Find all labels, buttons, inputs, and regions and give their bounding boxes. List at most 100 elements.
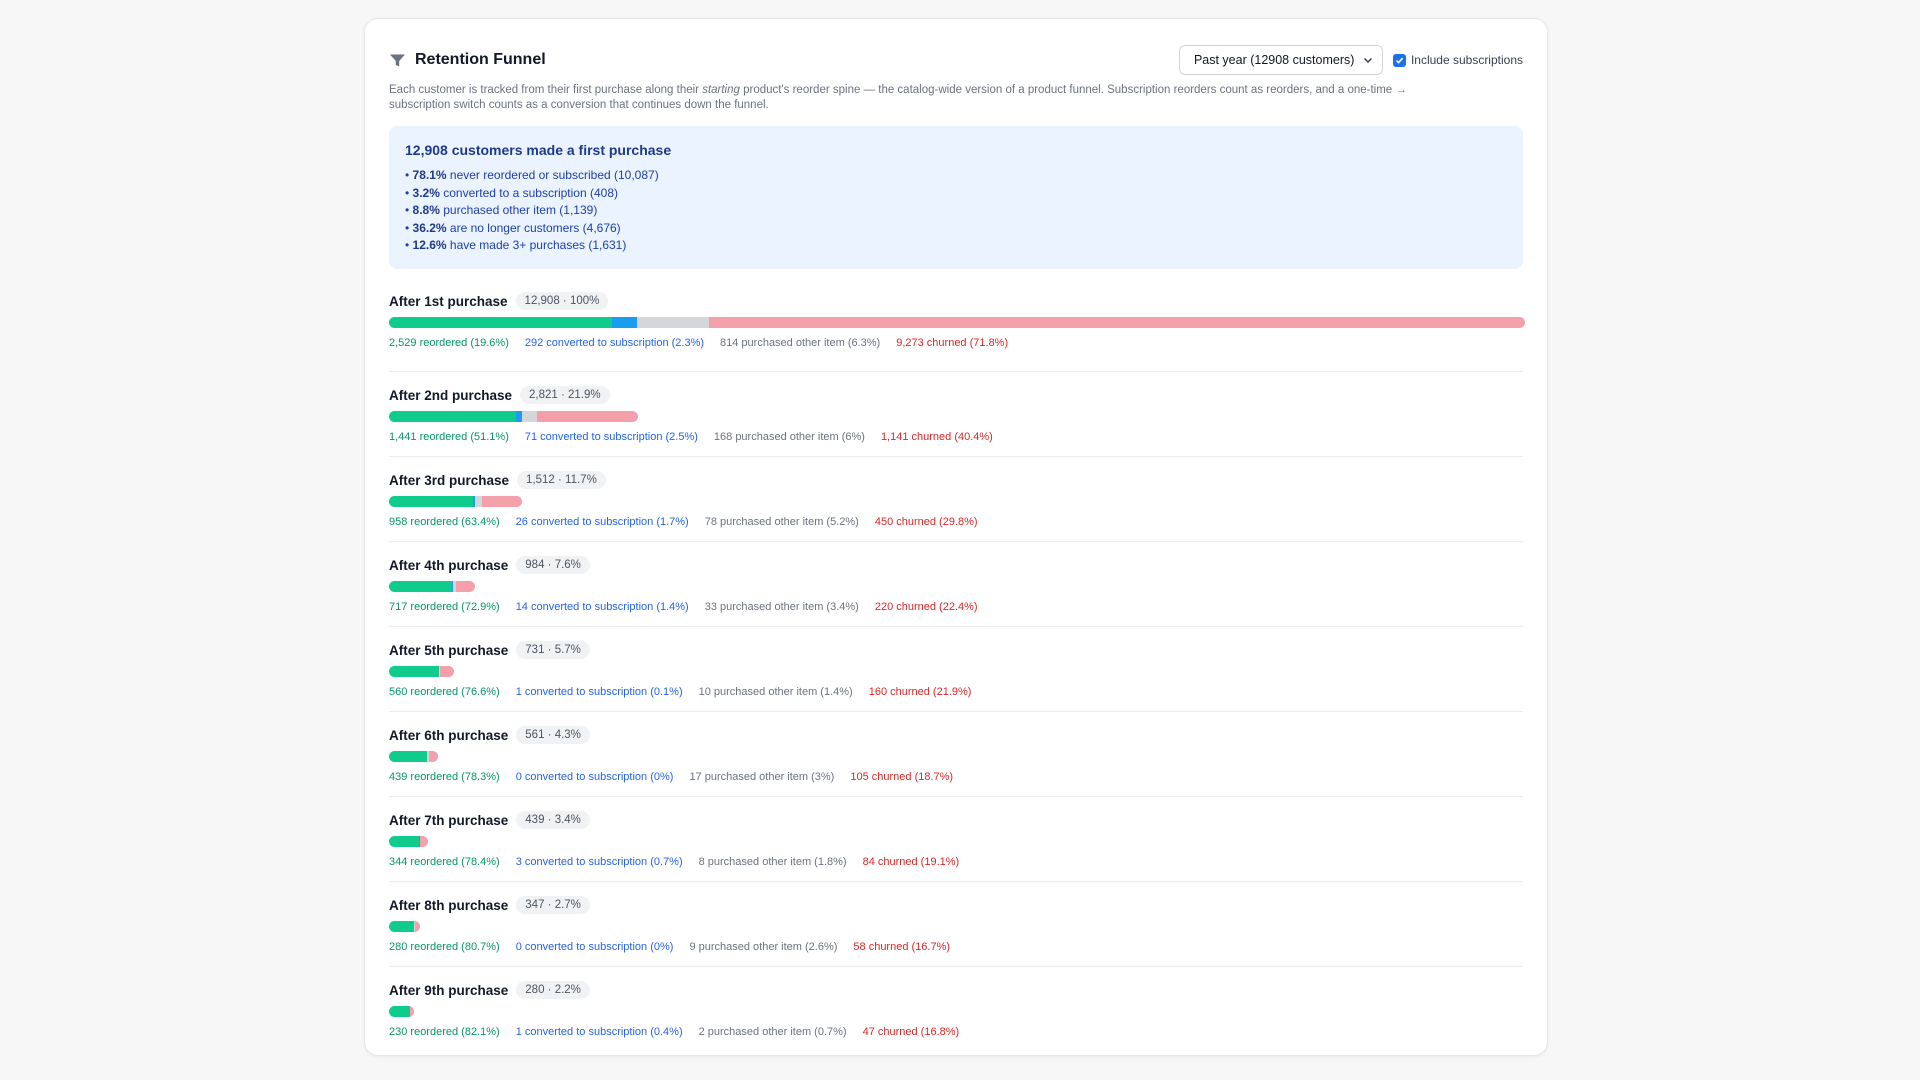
subscription-stat: 1 converted to subscription (0.4%)	[515, 1026, 683, 1038]
stage-header: After 4th purchase 984 · 7.6%	[389, 555, 1523, 575]
stage-bar	[389, 317, 1525, 328]
funnel-stage: After 2nd purchase 2,821 · 21.9% 1,441 reo…	[389, 372, 1523, 457]
stage-header: After 2nd purchase 2,821 · 21.9%	[389, 385, 1523, 405]
other-item-stat: 78 purchased other item (5.2%)	[704, 516, 859, 528]
card-header: Retention Funnel Past year (12908 custom…	[389, 45, 1523, 75]
include-subscriptions-label: Include subscriptions	[1410, 53, 1523, 67]
stage-header: After 7th purchase 439 · 3.4%	[389, 810, 1523, 830]
funnel-stage: After 1st purchase 12,908 · 100% 2,529 reo…	[389, 287, 1525, 372]
subscription-stat: 0 converted to subscription (0%)	[515, 771, 674, 783]
stage-legend: 2,529 reordered (19.6%) 292 converted to …	[389, 337, 1523, 349]
include-subscriptions-checkbox[interactable]	[1392, 53, 1406, 67]
funnel-stage: After 6th purchase 561 · 4.3% 439 reordere…	[389, 712, 1523, 797]
funnel-stage: After 7th purchase 439 · 3.4% 344 reordere…	[389, 797, 1523, 882]
churned-segment	[537, 411, 638, 422]
summary-item: • 8.8% purchased other item (1,139)	[405, 203, 598, 218]
stage-header: After 6th purchase 561 · 4.3%	[389, 725, 1523, 745]
stage-bar	[389, 411, 638, 422]
reordered-stat: 717 reordered (72.9%)	[389, 601, 500, 613]
churned-segment	[482, 496, 522, 507]
reordered-segment	[389, 496, 474, 507]
reordered-segment	[389, 921, 414, 932]
churned-stat: 105 churned (18.7%)	[850, 771, 954, 783]
subscription-segment	[611, 317, 638, 328]
stage-legend: 1,441 reordered (51.1%) 71 converted to s…	[389, 431, 1523, 443]
stage-legend: 344 reordered (78.4%) 3 converted to subs…	[389, 856, 1523, 868]
churned-segment	[428, 751, 438, 762]
header-controls: Past year (12908 customers) Include subs…	[1178, 45, 1523, 75]
funnel-description: Each customer is tracked from their firs…	[389, 83, 1469, 113]
reordered-stat: 280 reordered (80.7%)	[389, 941, 500, 953]
funnel-stage: After 5th purchase 731 · 5.7% 560 reordere…	[389, 627, 1523, 712]
other-item-stat: 9 purchased other item (2.6%)	[689, 941, 838, 953]
churned-stat: 450 churned (29.8%)	[874, 516, 978, 528]
chevron-down-icon	[1363, 57, 1372, 64]
other-item-stat: 10 purchased other item (1.4%)	[698, 686, 853, 698]
stage-label: After 8th purchase	[389, 897, 509, 913]
stage-count-badge: 1,512 · 11.7%	[517, 471, 606, 489]
subscription-stat: 0 converted to subscription (0%)	[515, 941, 674, 953]
stage-count-badge: 731 · 5.7%	[516, 641, 590, 659]
summary-list: • 78.1% never reordered or subscribed (1…	[405, 167, 1507, 255]
subscription-stat: 14 converted to subscription (1.4%)	[515, 601, 689, 613]
subscription-stat: 292 converted to subscription (2.3%)	[524, 337, 705, 349]
other-item-stat: 2 purchased other item (0.7%)	[698, 1026, 847, 1038]
reordered-stat: 958 reordered (63.4%)	[389, 516, 500, 528]
churned-segment	[456, 581, 476, 592]
stage-bar	[389, 1006, 414, 1017]
summary-item-text: have made 3+ purchases (1,631)	[446, 238, 627, 253]
reordered-stat: 344 reordered (78.4%)	[389, 856, 500, 868]
subscription-stat: 26 converted to subscription (1.7%)	[515, 516, 689, 528]
stage-header: After 8th purchase 347 · 2.7%	[389, 895, 1523, 915]
reordered-segment	[389, 411, 517, 422]
subscription-stat: 1 converted to subscription (0.1%)	[515, 686, 683, 698]
stage-label: After 9th purchase	[389, 982, 509, 998]
churned-stat: 160 churned (21.9%)	[868, 686, 972, 698]
other-item-stat: 168 purchased other item (6%)	[713, 431, 865, 443]
summary-item-pct: 3.2%	[412, 185, 440, 200]
summary-item-text: are no longer customers (4,676)	[446, 220, 621, 235]
period-select[interactable]: Past year (12908 customers)	[1178, 45, 1383, 75]
funnel-stage: After 3rd purchase 1,512 · 11.7% 958 reord…	[389, 457, 1523, 542]
stage-count-badge: 2,821 · 21.9%	[520, 386, 610, 404]
funnel-stage: After 4th purchase 984 · 7.6% 717 reordere…	[389, 542, 1523, 627]
subscription-stat: 3 converted to subscription (0.7%)	[515, 856, 683, 868]
stage-count-badge: 561 · 4.3%	[516, 726, 590, 744]
stage-legend: 560 reordered (76.6%) 1 converted to subs…	[389, 686, 1523, 698]
include-subscriptions-toggle[interactable]: Include subscriptions	[1392, 53, 1523, 67]
reordered-segment	[389, 836, 420, 847]
stage-bar	[389, 496, 522, 507]
stage-legend: 230 reordered (82.1%) 1 converted to subs…	[389, 1026, 1523, 1038]
subscription-stat: 71 converted to subscription (2.5%)	[524, 431, 698, 443]
churned-segment	[420, 836, 428, 847]
summary-item: • 78.1% never reordered or subscribed (1…	[405, 168, 659, 182]
summary-item: • 36.2% are no longer customers (4,676)	[405, 220, 621, 235]
stage-label: After 3rd purchase	[389, 472, 510, 488]
reordered-segment	[389, 751, 428, 762]
summary-item-pct: 12.6%	[412, 238, 447, 253]
checkmark-icon	[1395, 57, 1404, 64]
reordered-stat: 439 reordered (78.3%)	[389, 771, 500, 783]
summary-item-text: converted to a subscription (408)	[439, 185, 619, 200]
stage-header: After 9th purchase 280 · 2.2%	[389, 980, 1523, 1000]
other-item-segment	[475, 496, 483, 507]
churned-stat: 9,273 churned (71.8%)	[896, 337, 1009, 349]
stage-count-badge: 347 · 2.7%	[516, 896, 590, 914]
card-title: Retention Funnel	[415, 51, 546, 68]
stage-legend: 280 reordered (80.7%) 0 converted to subs…	[389, 941, 1523, 953]
funnel-stage: After 9th purchase 280 · 2.2% 230 reordere…	[389, 967, 1523, 1052]
reordered-stat: 2,529 reordered (19.6%)	[389, 337, 509, 349]
reordered-segment	[389, 317, 612, 328]
stage-bar	[389, 751, 438, 762]
stage-header: After 1st purchase 12,908 · 100%	[389, 291, 1523, 311]
reordered-stat: 230 reordered (82.1%)	[389, 1026, 500, 1038]
stage-count-badge: 280 · 2.2%	[516, 981, 590, 999]
stage-legend: 717 reordered (72.9%) 14 converted to sub…	[389, 601, 1523, 613]
stage-bar	[389, 921, 420, 932]
other-item-stat: 17 purchased other item (3%)	[689, 771, 835, 783]
summary-item: • 3.2% converted to a subscription (408)	[405, 185, 619, 200]
reordered-segment	[389, 581, 452, 592]
stage-label: After 2nd purchase	[389, 387, 513, 403]
filter-icon	[390, 54, 405, 66]
summary-item: • 12.6% have made 3+ purchases (1,631)	[405, 238, 627, 253]
